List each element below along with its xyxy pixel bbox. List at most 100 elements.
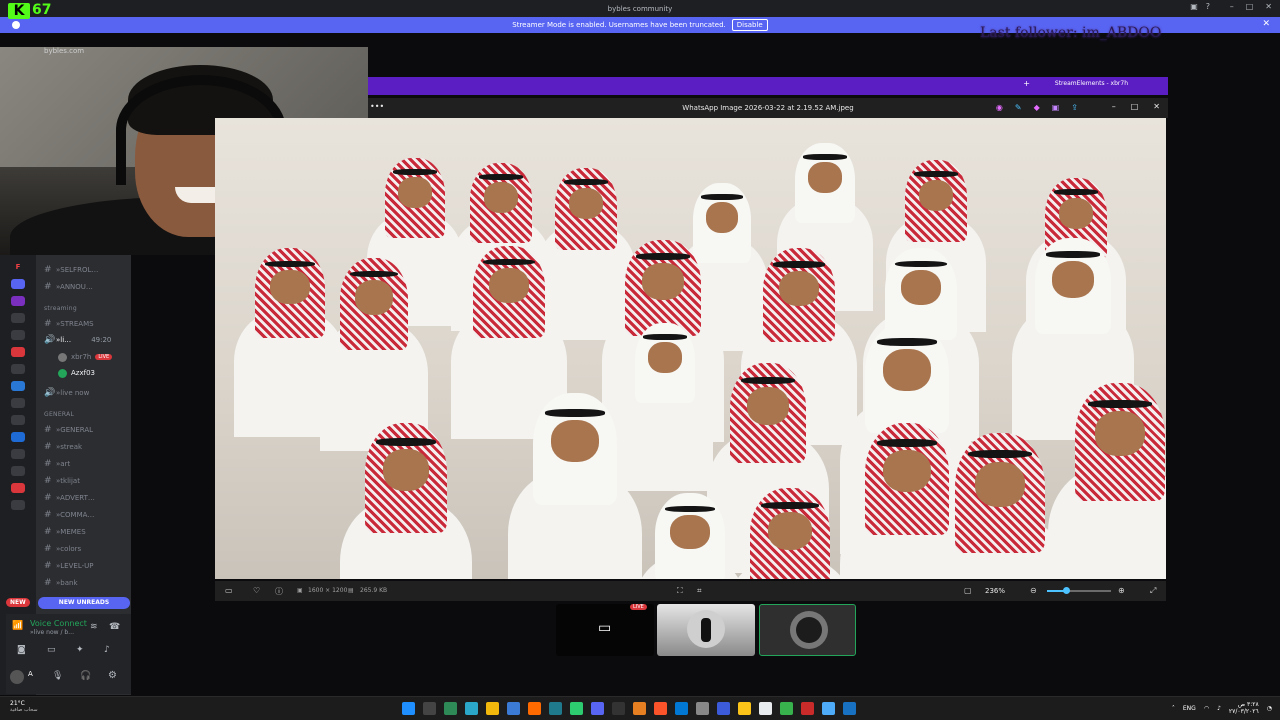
close-icon[interactable]: ✕ [1153, 102, 1160, 111]
vscode-icon[interactable] [675, 702, 688, 715]
app-icon[interactable] [633, 702, 646, 715]
category-streaming[interactable]: streaming [44, 305, 77, 312]
channel-item[interactable]: # »ANNOU… [44, 281, 93, 293]
app-icon[interactable] [465, 702, 478, 715]
server-icon[interactable] [11, 466, 25, 476]
zoom-slider[interactable] [1047, 587, 1111, 594]
file-explorer-icon[interactable] [486, 702, 499, 715]
streamelements-tab[interactable]: StreamElements - xbr7h [1055, 80, 1128, 87]
app-icon[interactable] [759, 702, 772, 715]
screen-share-tile[interactable]: ▭ [556, 604, 654, 656]
share-icon[interactable]: ⇪ [1071, 103, 1078, 112]
fullscreen-icon[interactable]: ⤢ [1150, 586, 1156, 596]
channel-item[interactable]: # »streak [44, 441, 82, 453]
server-icon[interactable] [11, 279, 25, 289]
channel-item[interactable]: # »SELFROL… [44, 264, 98, 276]
info-icon[interactable]: ⓘ [275, 586, 283, 597]
channel-item[interactable]: # »MEMES [44, 526, 86, 538]
disconnect-icon[interactable]: ☎ [109, 622, 120, 632]
language-indicator[interactable]: ENG [1183, 705, 1196, 712]
channel-item[interactable]: # »COMMA… [44, 509, 94, 521]
app-icon[interactable] [507, 702, 520, 715]
firefox-icon[interactable] [528, 702, 541, 715]
search-icon[interactable] [423, 702, 436, 715]
server-icon[interactable] [11, 500, 25, 510]
crop-icon[interactable]: ⌗ [697, 586, 702, 596]
server-icon[interactable] [11, 449, 25, 459]
signal-icon[interactable]: 📶 [12, 621, 23, 631]
server-icon[interactable] [11, 313, 25, 323]
noise-suppression-icon[interactable]: ≋ [90, 622, 98, 632]
server-icon[interactable] [11, 364, 25, 374]
channel-item[interactable]: # »ADVERT… [44, 492, 95, 504]
headphones-icon[interactable]: 🎧 [80, 671, 91, 681]
maximize-icon[interactable]: □ [1131, 102, 1139, 111]
clock[interactable]: ٣:٢٨ ص ٢٧/٠٣/٢٠٢٦ [1229, 701, 1259, 715]
server-icon-f[interactable]: F [11, 262, 25, 272]
new-tab-icon[interactable]: + [1023, 79, 1030, 88]
gear-icon[interactable]: ⚙ [108, 670, 117, 681]
disable-streamer-mode-button[interactable]: Disable [731, 19, 768, 31]
participant-tile[interactable] [657, 604, 755, 656]
server-icon[interactable] [11, 381, 25, 391]
voice-channel[interactable]: 🔊 »live now [44, 387, 89, 399]
zoom-out-icon[interactable]: ⊖ [1030, 586, 1037, 595]
channel-item[interactable]: # »bank [44, 577, 78, 589]
server-icon[interactable] [11, 415, 25, 425]
minimize-icon[interactable]: – [1112, 102, 1116, 111]
server-icon[interactable] [11, 432, 25, 442]
app-icon[interactable] [843, 702, 856, 715]
minimize-icon[interactable]: – [1230, 2, 1234, 11]
channel-item[interactable]: # »tklijat [44, 475, 80, 487]
start-icon[interactable] [402, 702, 415, 715]
favorite-icon[interactable]: ♡ [253, 586, 260, 595]
photos-icon[interactable] [822, 702, 835, 715]
server-icon[interactable] [11, 330, 25, 340]
channel-item[interactable]: # »GENERAL [44, 424, 93, 436]
server-icon[interactable] [11, 483, 25, 493]
app-icon[interactable] [549, 702, 562, 715]
app-icon[interactable] [444, 702, 457, 715]
participant-tile-speaking[interactable] [759, 604, 856, 656]
voice-channel-active[interactable]: 🔊 »li… 49:20 [44, 334, 111, 346]
copilot-icon[interactable]: ◉ [996, 103, 1003, 112]
activity-icon[interactable]: ✦ [76, 645, 84, 655]
app-icon[interactable] [717, 702, 730, 715]
filmstrip-icon[interactable]: ▭ [225, 586, 233, 595]
help-icon[interactable]: ? [1206, 2, 1210, 11]
voice-member[interactable]: Azxf03 [58, 367, 95, 379]
zoom-level[interactable]: 236% [985, 587, 1005, 595]
channel-item[interactable]: # »colors [44, 543, 81, 555]
volume-icon[interactable]: ♪ [1217, 705, 1221, 712]
soundboard-icon[interactable]: ♪ [104, 645, 110, 655]
visual-search-icon[interactable]: ⛶ [677, 586, 683, 596]
username[interactable]: A [28, 670, 33, 678]
new-unreads-button[interactable]: NEW UNREADS [38, 597, 130, 609]
generative-icon[interactable]: ▣ [1052, 103, 1060, 112]
channel-item[interactable]: # »LEVEL-UP [44, 560, 93, 572]
obs-icon[interactable] [612, 702, 625, 715]
screen-share-icon[interactable]: ▭ [47, 645, 56, 655]
close-icon[interactable]: ✕ [1265, 2, 1272, 11]
app-icon[interactable] [801, 702, 814, 715]
server-icon[interactable] [11, 398, 25, 408]
app-icon[interactable] [738, 702, 751, 715]
brave-icon[interactable] [654, 702, 667, 715]
wifi-icon[interactable]: ◠ [1204, 705, 1209, 712]
app-icon[interactable] [570, 702, 583, 715]
fit-window-icon[interactable]: ▢ [964, 586, 972, 595]
server-icon[interactable] [11, 296, 25, 306]
chevron-up-icon[interactable]: ˄ [1172, 705, 1175, 712]
voice-channel-path[interactable]: »live now / b… [30, 629, 74, 636]
maximize-icon[interactable]: □ [1246, 2, 1254, 11]
more-options-icon[interactable]: ••• [370, 102, 384, 111]
new-badge[interactable]: NEW [6, 598, 30, 607]
avatar[interactable] [10, 670, 24, 684]
server-icon[interactable] [11, 347, 25, 357]
camera-icon[interactable]: ◙ [17, 645, 26, 655]
inbox-icon[interactable]: ▣ [1190, 2, 1198, 11]
voice-member[interactable]: xbr7h LIVE [58, 351, 113, 363]
zoom-slider-knob[interactable] [1063, 587, 1071, 594]
channel-item[interactable]: # »art [44, 458, 70, 470]
discord-icon[interactable] [591, 702, 604, 715]
